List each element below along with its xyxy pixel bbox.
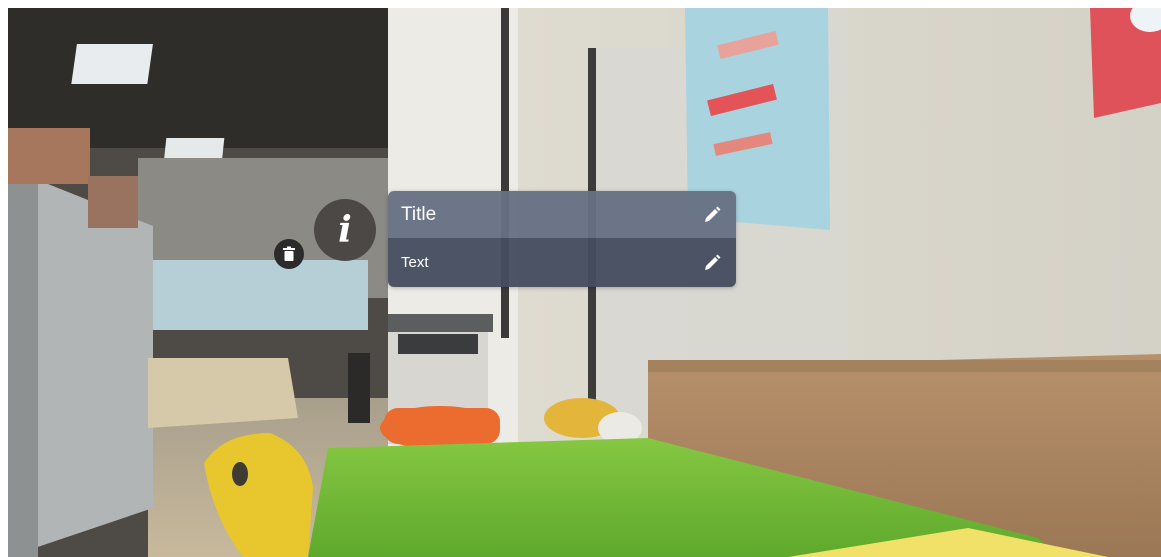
- panorama-page: i Title Text: [0, 0, 1161, 557]
- hotspot-popup: Title Text: [388, 191, 736, 287]
- chair-hole: [232, 462, 248, 486]
- pencil-icon: [705, 254, 721, 270]
- orange-chair-back: [384, 408, 500, 444]
- info-icon: i: [338, 209, 352, 251]
- box-stack-1: [8, 128, 90, 184]
- back-desks: [148, 358, 298, 428]
- glass-window: [148, 260, 368, 330]
- bench-top-edge: [648, 360, 1161, 372]
- back-chair: [348, 353, 370, 423]
- lockers-shadow: [8, 168, 38, 557]
- top-margin: [0, 0, 1161, 8]
- pencil-icon: [705, 206, 721, 222]
- popup-text-row[interactable]: Text: [388, 238, 736, 287]
- delete-hotspot-button[interactable]: [274, 239, 304, 269]
- edit-title-pencil-icon[interactable]: [702, 205, 722, 225]
- ceiling: [8, 8, 388, 148]
- ceiling-light-1: [71, 44, 153, 84]
- edit-text-pencil-icon[interactable]: [702, 253, 722, 273]
- popup-text: Text: [401, 254, 429, 271]
- info-hotspot-button[interactable]: i: [314, 199, 376, 261]
- popup-title-row[interactable]: Title: [388, 191, 736, 238]
- door-frame: [501, 8, 509, 338]
- popup-title: Title: [401, 203, 437, 225]
- copier-panel: [398, 334, 478, 354]
- copier-top: [388, 314, 493, 332]
- trash-icon: [283, 246, 295, 261]
- box-stack-2: [88, 176, 138, 228]
- panorama-viewer[interactable]: i Title Text: [8, 8, 1161, 557]
